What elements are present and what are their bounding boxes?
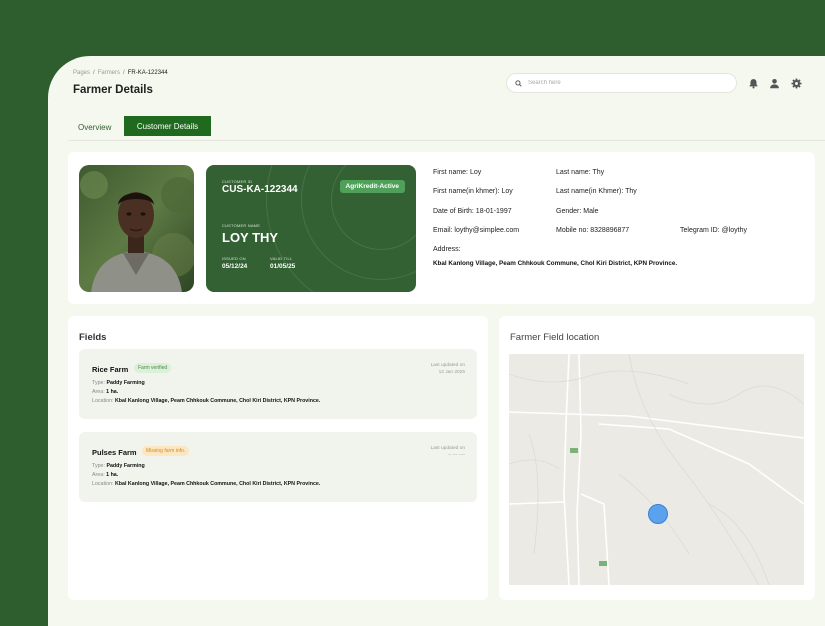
- customer-name: LOY THY: [222, 230, 279, 245]
- farm-item-pulses[interactable]: Pulses Farm Missing farm info. Last upda…: [79, 432, 477, 502]
- fields-title: Fields: [79, 332, 107, 343]
- farm-name: Rice Farm: [92, 365, 129, 374]
- farm-name: Pulses Farm: [92, 448, 137, 457]
- customer-name-label: CUSTOMER NAME: [222, 223, 261, 228]
- first-name: First name: Loy: [433, 169, 482, 176]
- first-name-khmer: First name(in khmer): Loy: [433, 188, 513, 195]
- farm-last-updated: Last updated on -- --- ----: [431, 446, 465, 459]
- gender: Gender: Male: [556, 208, 599, 215]
- main-panel: Pages / Farmers / FR-KA-122344 Farmer Detail…: [48, 56, 825, 626]
- email: Email: loythy@simplee.com: [433, 227, 520, 234]
- farm-area: Area: 1 ha.: [92, 389, 119, 395]
- last-updated-label: Last updated on: [430, 446, 465, 451]
- search-input[interactable]: [528, 80, 728, 86]
- breadcrumb-current: FR-KA-122344: [127, 70, 168, 76]
- map-card: Farmer Field location: [499, 316, 815, 600]
- user-icon[interactable]: [768, 77, 780, 89]
- gear-icon[interactable]: [790, 77, 802, 89]
- search-icon: [515, 79, 522, 87]
- last-updated-date: 12 Jan 2025: [438, 369, 465, 375]
- customer-id: CUS-KA-122344: [222, 184, 298, 195]
- status-badge: AgriKredit-Active: [339, 180, 405, 193]
- location-pin-icon: [648, 504, 668, 524]
- farmer-photo: [79, 165, 194, 292]
- breadcrumb-pages[interactable]: Pages: [73, 70, 90, 76]
- customer-id-card: CUSTOMER ID CUS-KA-122344 AgriKredit-Act…: [206, 165, 416, 292]
- valid-till-date: 01/05/25: [270, 263, 296, 270]
- bell-icon[interactable]: [747, 77, 759, 89]
- farm-area: Area: 1 ha.: [92, 472, 119, 478]
- tab-customer-details[interactable]: Customer Details: [124, 116, 211, 136]
- fields-card: Fields Rice Farm Farm verified Last upda…: [68, 316, 488, 600]
- tab-overview[interactable]: Overview: [78, 123, 111, 132]
- valid-till-label: VALID TILL: [270, 256, 293, 261]
- mobile-number: Mobile no: 8328896877: [556, 227, 630, 234]
- farm-type: Type: Paddy Farming: [92, 380, 145, 386]
- map-title: Farmer Field location: [510, 332, 600, 343]
- telegram-id: Telegram ID: @loythy: [680, 227, 748, 234]
- breadcrumb-farmers[interactable]: Farmers: [98, 70, 120, 76]
- last-name-khmer: Last name(in Khmer): Thy: [556, 188, 637, 195]
- page-title: Farmer Details: [73, 84, 153, 96]
- issued-on-label: ISSUED ON: [222, 256, 246, 261]
- tab-divider: [68, 140, 825, 141]
- farm-type: Type: Paddy Farming: [92, 463, 145, 469]
- farm-missing-info-badge: Missing farm info.: [142, 446, 190, 456]
- address-label: Address:: [433, 246, 461, 253]
- address-value: Kbal Kanlong Village, Peam Chhkouk Commu…: [433, 260, 678, 267]
- breadcrumb: Pages / Farmers / FR-KA-122344: [73, 70, 168, 76]
- profile-card: CUSTOMER ID CUS-KA-122344 AgriKredit-Act…: [68, 152, 815, 304]
- farm-location: Location: Kbal Kanlong Village, Peam Chh…: [92, 481, 321, 487]
- last-updated-date: -- --- ----: [447, 452, 465, 458]
- last-updated-label: Last updated on: [430, 363, 465, 368]
- farm-location: Location: Kbal Kanlong Village, Peam Chh…: [92, 398, 321, 404]
- farm-item-rice[interactable]: Rice Farm Farm verified Last updated on …: [79, 349, 477, 419]
- farm-verified-badge: Farm verified: [134, 363, 172, 373]
- date-of-birth: Date of Birth: 18-01-1997: [433, 208, 512, 215]
- last-name: Last name: Thy: [556, 169, 605, 176]
- issued-on-date: 05/12/24: [222, 263, 248, 270]
- field-location-map[interactable]: [509, 354, 804, 585]
- search-box[interactable]: [506, 73, 737, 93]
- farm-last-updated: Last updated on 12 Jan 2025: [431, 363, 465, 376]
